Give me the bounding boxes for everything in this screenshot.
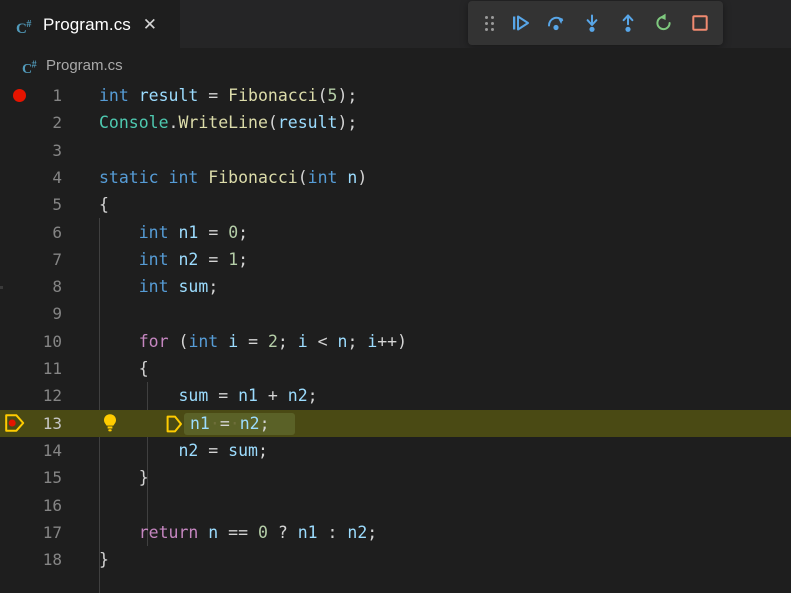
code-text: int result = Fibonacci(5); xyxy=(99,82,357,109)
drag-handle[interactable] xyxy=(476,6,502,40)
code-text: int sum; xyxy=(99,273,218,300)
step-over-button[interactable] xyxy=(539,6,573,40)
code-text: int n2 = 1; xyxy=(99,246,248,273)
line-number: 5 xyxy=(0,191,62,218)
code-text: return n == 0 ? n1 : n2; xyxy=(99,519,377,546)
current-statement-arrow-icon xyxy=(166,415,183,433)
code-line[interactable]: 16 xyxy=(0,492,791,519)
code-line[interactable]: 8 int sum; xyxy=(0,273,791,300)
line-number: 14 xyxy=(0,437,62,464)
code-line[interactable]: 6 int n1 = 0; xyxy=(0,219,791,246)
restart-button[interactable] xyxy=(647,6,681,40)
code-line[interactable]: 4 static int Fibonacci(int n) xyxy=(0,164,791,191)
vscode-editor-window: C# Program.cs ✕ xyxy=(0,0,791,593)
code-text: static int Fibonacci(int n) xyxy=(99,164,367,191)
line-number: 12 xyxy=(0,382,62,409)
code-editor[interactable]: 1 int result = Fibonacci(5); 2 Console.W… xyxy=(0,82,791,593)
code-line[interactable]: 3 xyxy=(0,137,791,164)
continue-button[interactable] xyxy=(503,6,537,40)
line-number: 7 xyxy=(0,246,62,273)
code-text: { xyxy=(99,191,109,218)
line-number: 17 xyxy=(0,519,62,546)
stop-button[interactable] xyxy=(683,6,717,40)
code-line[interactable]: 7 int n2 = 1; xyxy=(0,246,791,273)
line-number: 13 xyxy=(0,410,62,437)
tab-label: Program.cs xyxy=(43,15,131,35)
line-number: 11 xyxy=(0,355,62,382)
code-text: { xyxy=(99,355,149,382)
step-into-button[interactable] xyxy=(575,6,609,40)
line-number: 8 xyxy=(0,273,62,300)
code-line[interactable]: 1 int result = Fibonacci(5); xyxy=(0,82,791,109)
debug-toolbar[interactable] xyxy=(468,1,723,45)
line-number: 9 xyxy=(0,300,62,327)
code-line[interactable]: 15 } xyxy=(0,464,791,491)
line-number: 3 xyxy=(0,137,62,164)
code-line[interactable]: 18 } xyxy=(0,546,791,573)
csharp-file-icon: C# xyxy=(16,15,36,35)
line-number: 10 xyxy=(0,328,62,355)
line-number: 16 xyxy=(0,492,62,519)
code-line[interactable]: 14 n2 = sum; xyxy=(0,437,791,464)
code-line[interactable]: 11 { xyxy=(0,355,791,382)
code-line[interactable]: 17 return n == 0 ? n1 : n2; xyxy=(0,519,791,546)
code-text: int n1 = 0; xyxy=(99,219,248,246)
breadcrumb-label: Program.cs xyxy=(46,57,123,74)
line-number: 6 xyxy=(0,219,62,246)
lightbulb-icon[interactable] xyxy=(98,410,122,437)
line-number: 18 xyxy=(0,546,62,573)
line-number: 4 xyxy=(0,164,62,191)
step-into-icon xyxy=(581,12,603,34)
step-over-icon xyxy=(545,12,567,34)
csharp-file-icon: C# xyxy=(22,56,40,74)
editor-tab-program-cs[interactable]: C# Program.cs ✕ xyxy=(0,0,180,48)
code-text: n1·=·n2; xyxy=(190,410,270,437)
line-number: 1 xyxy=(0,82,62,109)
restart-icon xyxy=(653,12,675,34)
code-text: n2 = sum; xyxy=(99,437,268,464)
line-number: 2 xyxy=(0,109,62,136)
code-line[interactable]: 12 sum = n1 + n2; xyxy=(0,382,791,409)
code-text: Console.WriteLine(result); xyxy=(99,109,357,136)
code-line-current[interactable]: 13 n1·=·n2; xyxy=(0,410,791,437)
code-line[interactable]: 9 xyxy=(0,300,791,327)
breadcrumb[interactable]: C# Program.cs xyxy=(0,48,791,82)
code-line[interactable]: 10 for (int i = 2; i < n; i++) xyxy=(0,328,791,355)
continue-icon xyxy=(509,12,531,34)
close-icon[interactable]: ✕ xyxy=(141,16,159,34)
code-text: sum = n1 + n2; xyxy=(99,382,318,409)
step-out-icon xyxy=(617,12,639,34)
code-text: } xyxy=(99,464,149,491)
step-out-button[interactable] xyxy=(611,6,645,40)
line-number: 15 xyxy=(0,464,62,491)
code-text: for (int i = 2; i < n; i++) xyxy=(99,328,407,355)
code-line[interactable]: 2 Console.WriteLine(result); xyxy=(0,109,791,136)
stop-icon xyxy=(689,12,711,34)
code-text: } xyxy=(99,546,109,573)
grip-dots-icon xyxy=(485,16,494,31)
code-line[interactable]: 5 { xyxy=(0,191,791,218)
